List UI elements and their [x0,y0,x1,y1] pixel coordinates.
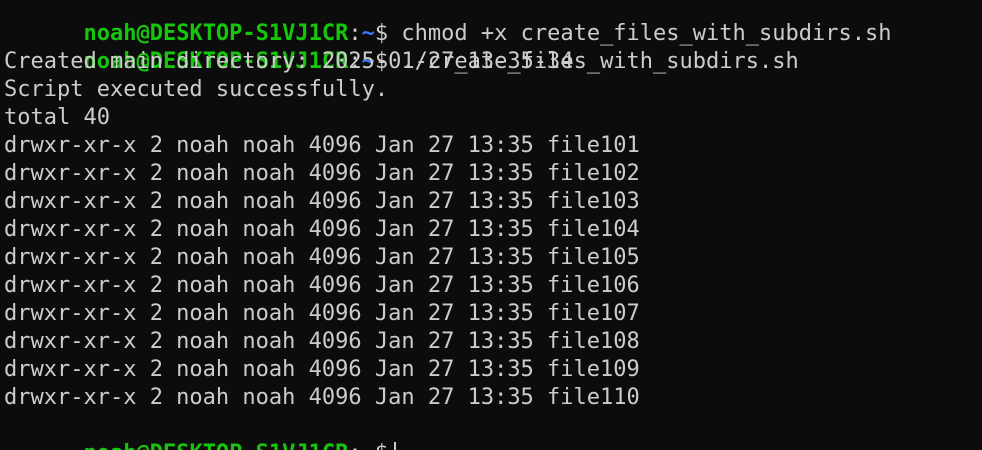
listing-row: drwxr-xr-x 2 noah noah 4096 Jan 27 13:35… [4,245,640,270]
prompt-user-host: noah@DESKTOP-S1VJ1CR [83,441,348,450]
listing-row: drwxr-xr-x 2 noah noah 4096 Jan 27 13:35… [4,357,640,382]
prompt-colon: : [348,21,362,46]
listing-row: drwxr-xr-x 2 noah noah 4096 Jan 27 13:35… [4,161,640,186]
command-text: chmod +x create_files_with_subdirs.sh [388,21,892,46]
command-line-chmod: noah@DESKTOP-S1VJ1CR:~$ chmod +x create_… [4,0,891,46]
listing-row: drwxr-xr-x 2 noah noah 4096 Jan 27 13:35… [4,329,640,354]
output-success-message: Script executed successfully. [4,77,389,102]
text-cursor [394,442,397,450]
prompt-symbol: $ [374,21,389,46]
listing-row: drwxr-xr-x 2 noah noah 4096 Jan 27 13:35… [4,133,640,158]
prompt-symbol: $ [375,441,388,450]
listing-row: drwxr-xr-x 2 noah noah 4096 Jan 27 13:35… [4,189,640,214]
listing-row: drwxr-xr-x 2 noah noah 4096 Jan 27 13:35… [4,301,640,326]
listing-row: drwxr-xr-x 2 noah noah 4096 Jan 27 13:35… [4,217,640,242]
terminal-window[interactable]: noah@DESKTOP-S1VJ1CR:~$ chmod +x create_… [0,0,982,450]
prompt-path: ~ [362,441,375,450]
prompt-colon: : [348,441,361,450]
prompt-user-host: noah@DESKTOP-S1VJ1CR [83,21,349,46]
command-line-current[interactable]: noah@DESKTOP-S1VJ1CR:~$ [4,412,891,450]
listing-row: drwxr-xr-x 2 noah noah 4096 Jan 27 13:35… [4,385,640,410]
listing-row: drwxr-xr-x 2 noah noah 4096 Jan 27 13:35… [4,273,640,298]
prompt-path: ~ [361,21,375,46]
terminal-output: noah@DESKTOP-S1VJ1CR:~$ chmod +x create_… [4,0,891,450]
output-total: total 40 [4,105,110,130]
